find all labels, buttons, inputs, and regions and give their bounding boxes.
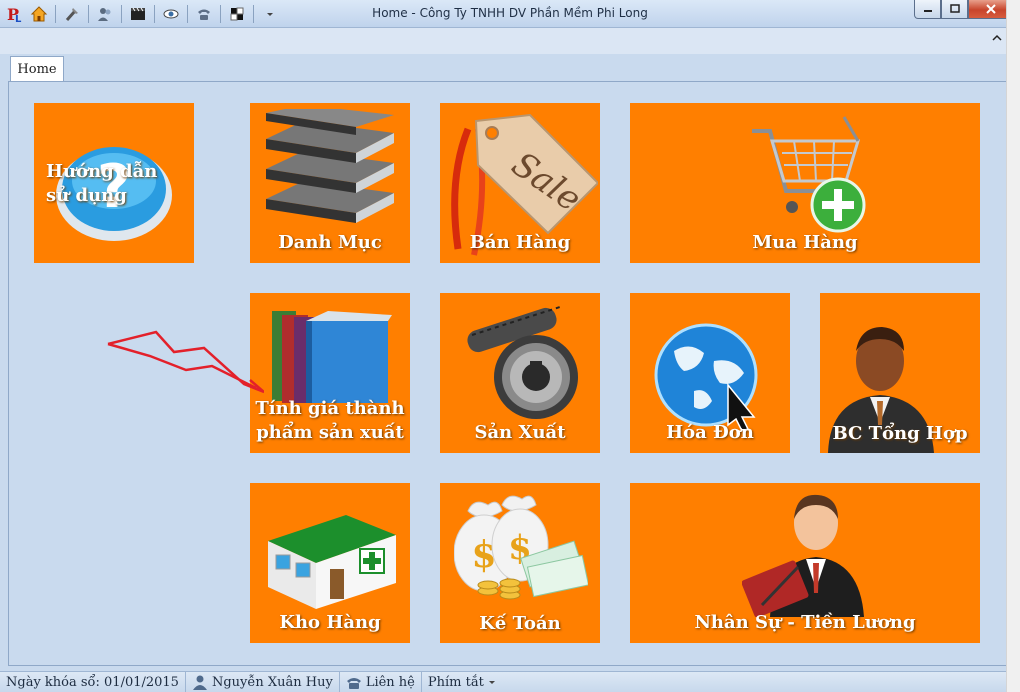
tile-guide[interactable]: ? Hướng dẫn sử dụng: [34, 103, 194, 263]
money-bags-icon: $ $: [454, 495, 588, 600]
ribbon-collapse-icon[interactable]: [992, 34, 1002, 45]
tab-home[interactable]: Home: [10, 56, 64, 82]
chevron-down-icon: [488, 681, 495, 684]
tile-invoice[interactable]: Hóa Đơn: [630, 293, 790, 453]
tile-production-label: Sản Xuất: [474, 422, 566, 443]
tile-hr-label: Nhân Sự - Tiền Lương: [694, 612, 916, 633]
tile-catalog[interactable]: Danh Mục: [250, 103, 410, 263]
status-bar: Ngày khóa sổ: 01/01/2015 Nguyễn Xuân Huy…: [0, 671, 1006, 692]
manager-icon: [742, 494, 864, 617]
tile-purchase-label: Mua Hàng: [752, 232, 858, 253]
books-stack-icon: [266, 109, 394, 223]
window-title: Home - Công Ty TNHH DV Phần Mềm Phi Long: [372, 6, 648, 20]
tile-costing-label-line1: Tính giá thành: [255, 398, 405, 419]
status-shortcuts-label: Phím tắt: [427, 674, 484, 690]
tile-hr[interactable]: Nhân Sự - Tiền Lương: [630, 483, 980, 643]
tile-warehouse[interactable]: Kho Hàng: [250, 483, 410, 643]
phone-icon: [346, 678, 361, 689]
tile-purchase[interactable]: Mua Hàng: [630, 103, 980, 263]
tile-accounting-label: Kế Toán: [479, 613, 561, 634]
warehouse-building-icon: [268, 515, 396, 609]
tile-costing-label-line2: phẩm sản xuất: [256, 422, 404, 443]
vertical-scrollbar[interactable]: [1006, 0, 1020, 692]
title-bar: PL Home - Công Ty TNHH DV Phần Mềm Phi L…: [0, 0, 1020, 28]
minimize-button[interactable]: [914, 0, 941, 19]
tile-warehouse-label: Kho Hàng: [279, 612, 381, 633]
books-icon: [272, 311, 392, 403]
annotation-arrow: [107, 330, 264, 394]
tile-guide-label: Hướng dẫn sử dụng: [46, 161, 158, 206]
tile-sales-label: Bán Hàng: [469, 232, 571, 253]
tile-invoice-label: Hóa Đơn: [666, 422, 754, 443]
tile-production[interactable]: Sản Xuất: [440, 293, 600, 453]
tab-strip: Home: [0, 54, 1020, 82]
status-lock-date: Ngày khóa sổ: 01/01/2015: [0, 672, 186, 692]
tile-report-label: BC Tổng Hợp: [832, 423, 968, 444]
status-contact[interactable]: Liên hệ: [340, 672, 422, 692]
gears-icon: [467, 306, 578, 419]
status-user-name: Nguyễn Xuân Huy: [211, 674, 333, 690]
ribbon-bar: [0, 28, 1020, 54]
globe-cursor-icon: [654, 323, 758, 431]
window-controls: [914, 0, 1014, 19]
tile-sales[interactable]: Sale Bán Hàng: [440, 103, 600, 263]
user-icon: [192, 675, 207, 690]
maximize-button[interactable]: [941, 0, 968, 19]
shopping-cart-add-icon: [752, 116, 866, 233]
status-lock-date-text: Ngày khóa sổ: 01/01/2015: [6, 674, 179, 690]
tile-accounting[interactable]: $ $ Kế Toán: [440, 483, 600, 643]
status-user[interactable]: Nguyễn Xuân Huy: [186, 672, 340, 692]
tile-costing[interactable]: Tính giá thành phẩm sản xuất: [250, 293, 410, 453]
status-shortcuts[interactable]: Phím tắt: [422, 672, 502, 692]
tile-report[interactable]: BC Tổng Hợp: [820, 293, 980, 453]
status-contact-label: Liên hệ: [365, 674, 415, 690]
tile-catalog-label: Danh Mục: [278, 232, 382, 253]
